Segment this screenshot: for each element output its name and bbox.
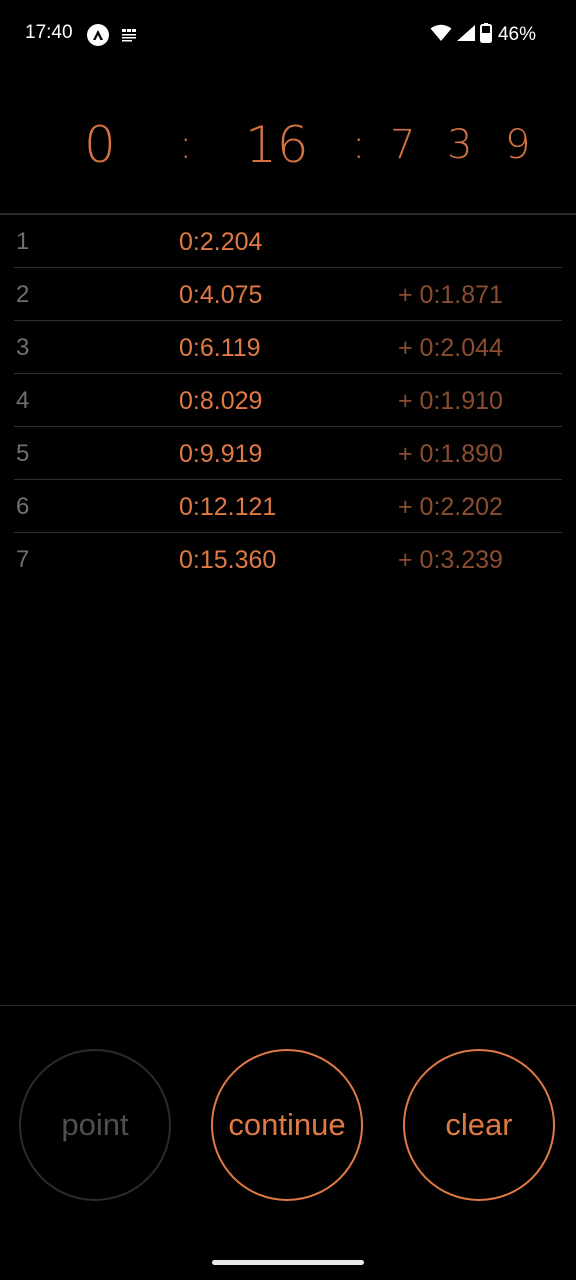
battery-percent: 46% xyxy=(497,24,536,45)
timer-fraction-digit: 7 xyxy=(390,122,416,168)
timer-separator: : xyxy=(352,122,366,168)
lap-number: 4 xyxy=(16,387,30,414)
lap-total-time: 0:4.075 xyxy=(179,281,263,309)
app-a-icon xyxy=(87,24,109,46)
status-bar: 17:40 46% xyxy=(0,0,576,70)
lap-split-time: + 0:2.044 xyxy=(398,334,503,362)
lap-row: 4 0:8.029 + 0:1.910 xyxy=(14,374,562,427)
lap-number: 3 xyxy=(16,334,30,361)
lap-row: 6 0:12.121 + 0:2.202 xyxy=(14,480,562,533)
timer-fraction-digit: 3 xyxy=(447,122,473,168)
lap-row: 1 0:2.204 xyxy=(14,215,562,268)
timer-minutes: 0 xyxy=(84,116,116,174)
lap-total-time: 0:12.121 xyxy=(179,493,277,521)
continue-button[interactable]: continue xyxy=(211,1049,363,1201)
battery-icon xyxy=(479,22,492,48)
lap-total-time: 0:6.119 xyxy=(179,334,261,362)
timer-seconds: 16 xyxy=(245,116,309,174)
news-icon xyxy=(121,28,137,42)
lap-number: 5 xyxy=(16,440,30,467)
lap-split-time: + 0:1.890 xyxy=(398,440,503,468)
lap-split-time: + 0:1.910 xyxy=(398,387,503,415)
lap-split-time: + 0:3.239 xyxy=(398,546,503,574)
lap-number: 6 xyxy=(16,493,30,520)
lap-number: 1 xyxy=(16,228,30,255)
lap-total-time: 0:9.919 xyxy=(179,440,263,468)
lap-row: 5 0:9.919 + 0:1.890 xyxy=(14,427,562,480)
timer-display: 0 : 16 : 7 3 9 xyxy=(0,110,576,180)
lap-number: 2 xyxy=(16,281,30,308)
lap-total-time: 0:2.204 xyxy=(179,228,263,256)
lap-row: 2 0:4.075 + 0:1.871 xyxy=(14,268,562,321)
lap-row: 3 0:6.119 + 0:2.044 xyxy=(14,321,562,374)
signal-icon xyxy=(456,24,476,47)
wifi-icon xyxy=(430,24,452,47)
status-right: 46% xyxy=(430,22,536,48)
lap-split-time: + 0:2.202 xyxy=(398,493,503,521)
point-button[interactable]: point xyxy=(19,1049,171,1201)
lap-row: 7 0:15.360 + 0:3.239 xyxy=(14,533,562,585)
status-time: 17:40 xyxy=(25,22,73,43)
lap-split-time: + 0:1.871 xyxy=(398,281,503,309)
laps-list: 1 0:2.204 2 0:4.075 + 0:1.871 3 0:6.119 … xyxy=(14,215,562,585)
lap-number: 7 xyxy=(16,546,30,573)
clear-button[interactable]: clear xyxy=(403,1049,555,1201)
lap-total-time: 0:8.029 xyxy=(179,387,263,415)
home-indicator[interactable] xyxy=(212,1260,364,1265)
timer-separator: : xyxy=(179,122,193,168)
timer-fraction-digit: 9 xyxy=(505,122,531,168)
divider xyxy=(0,1005,576,1006)
lap-total-time: 0:15.360 xyxy=(179,546,277,574)
